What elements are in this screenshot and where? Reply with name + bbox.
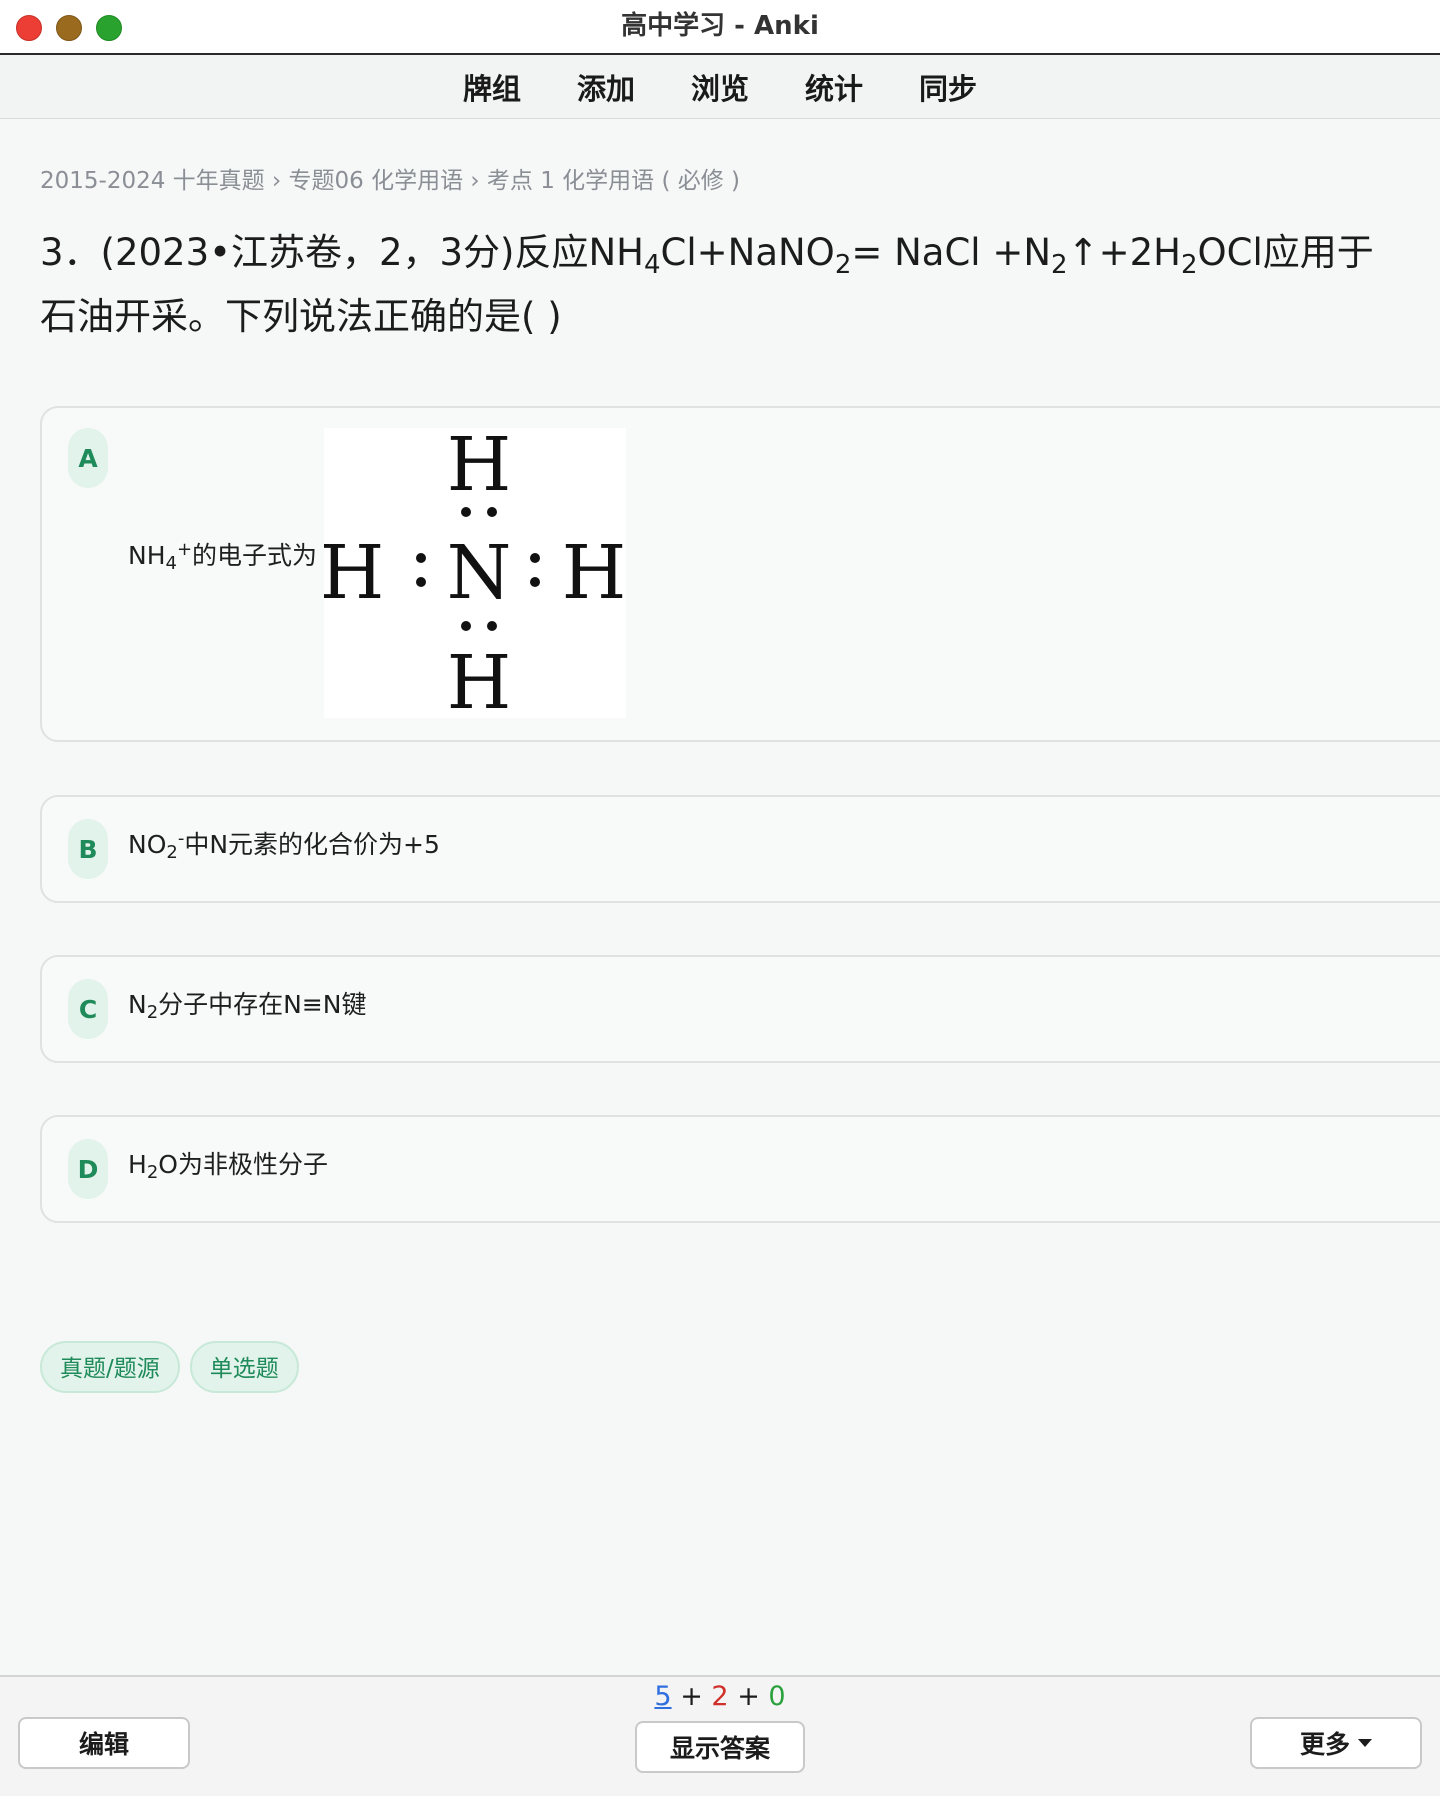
question-part: ↑+2H [1067, 231, 1181, 274]
option-letter: B [68, 819, 108, 879]
lewis-top-h: H [447, 428, 512, 508]
toolbar-add[interactable]: 添加 [549, 66, 663, 108]
window-title: 高中学习 - Anki [621, 11, 819, 41]
option-text: N2分子中存在N≡N键 [128, 985, 367, 1023]
lewis-center-n: N [447, 530, 512, 616]
question-sub: 2 [834, 250, 852, 280]
option-text: NO2-中N元素的化合价为+5 [128, 825, 440, 863]
caret-down-icon [1358, 1739, 1372, 1747]
lewis-right-h: H [562, 530, 626, 616]
tag-source[interactable]: 真题/题源 [40, 1341, 180, 1393]
question-sub: 2 [1051, 250, 1068, 280]
option-c[interactable]: C N2分子中存在N≡N键 [40, 955, 1440, 1063]
toolbar-browse[interactable]: 浏览 [663, 66, 777, 108]
card-content: 2015-2024 十年真题 › 专题06 化学用语 › 考点 1 化学用语 (… [0, 119, 1440, 1675]
anki-window: 高中学习 - Anki 牌组 添加 浏览 统计 同步 2015-2024 十年真… [0, 0, 1440, 1796]
main-toolbar: 牌组 添加 浏览 统计 同步 [0, 55, 1440, 119]
question-part: Cl+NaNO [660, 231, 835, 274]
count-separator: + [737, 1681, 760, 1712]
new-count: 5 [654, 1681, 672, 1712]
question-text: 3．(2023•江苏卷，2，3分)反应NH4Cl+NaNO2= NaCl +N2… [40, 221, 1400, 349]
card-tags: 真题/题源 单选题 [40, 1341, 299, 1393]
question-sub: 4 [643, 250, 661, 280]
learn-count: 2 [711, 1681, 729, 1712]
tag-single-choice[interactable]: 单选题 [189, 1341, 299, 1393]
option-text-part: N [128, 990, 147, 1019]
option-sub: 4 [165, 553, 177, 574]
option-sub: 2 [166, 842, 178, 863]
toolbar-decks[interactable]: 牌组 [435, 66, 549, 108]
toolbar-stats[interactable]: 统计 [777, 66, 891, 108]
lewis-bottom-h: H [447, 640, 512, 718]
count-separator: + [680, 1681, 703, 1712]
due-counts: 5 + 2 + 0 [0, 1681, 1440, 1712]
deck-breadcrumb: 2015-2024 十年真题 › 专题06 化学用语 › 考点 1 化学用语 (… [40, 168, 741, 194]
option-sub: 2 [146, 1162, 159, 1183]
show-answer-button[interactable]: 显示答案 [635, 1721, 805, 1773]
edit-button[interactable]: 编辑 [18, 1717, 190, 1769]
option-letter: C [68, 979, 108, 1039]
option-sup: + [176, 539, 193, 560]
review-count: 0 [768, 1681, 786, 1712]
option-text: H2O为非极性分子 [128, 1145, 328, 1183]
lewis-left-h: H [324, 530, 384, 616]
option-text-part: 分子中存在N≡N键 [158, 990, 367, 1019]
option-text-part: NO [128, 830, 167, 859]
option-text-part: 的电子式为 [192, 541, 318, 570]
review-bottom-bar: 5 + 2 + 0 编辑 显示答案 更多 [0, 1675, 1440, 1796]
option-a[interactable]: A NH4+的电子式为 H H N H H [40, 406, 1440, 742]
option-letter: A [68, 428, 108, 488]
option-text-part: 中N元素的化合价为+5 [184, 830, 440, 859]
option-text-part: H [128, 1150, 147, 1179]
question-sub: 2 [1180, 250, 1198, 280]
option-d[interactable]: D H2O为非极性分子 [40, 1115, 1440, 1223]
option-text-part: O为非极性分子 [158, 1150, 328, 1179]
question-part: = NaCl +N [851, 231, 1052, 274]
question-part: 3．(2023•江苏卷，2，3分)反应NH [40, 231, 644, 274]
title-bar: 高中学习 - Anki [0, 0, 1440, 55]
toolbar-sync[interactable]: 同步 [891, 66, 1005, 108]
option-sub: 2 [146, 1002, 159, 1023]
ammonium-lewis-structure: H H N H H [324, 428, 626, 718]
more-button-label: 更多 [1299, 1730, 1350, 1759]
option-b[interactable]: B NO2-中N元素的化合价为+5 [40, 795, 1440, 903]
option-text-part: NH [128, 541, 166, 570]
option-letter: D [68, 1139, 108, 1199]
more-button[interactable]: 更多 [1250, 1717, 1422, 1769]
option-text: NH4+的电子式为 [128, 536, 318, 574]
